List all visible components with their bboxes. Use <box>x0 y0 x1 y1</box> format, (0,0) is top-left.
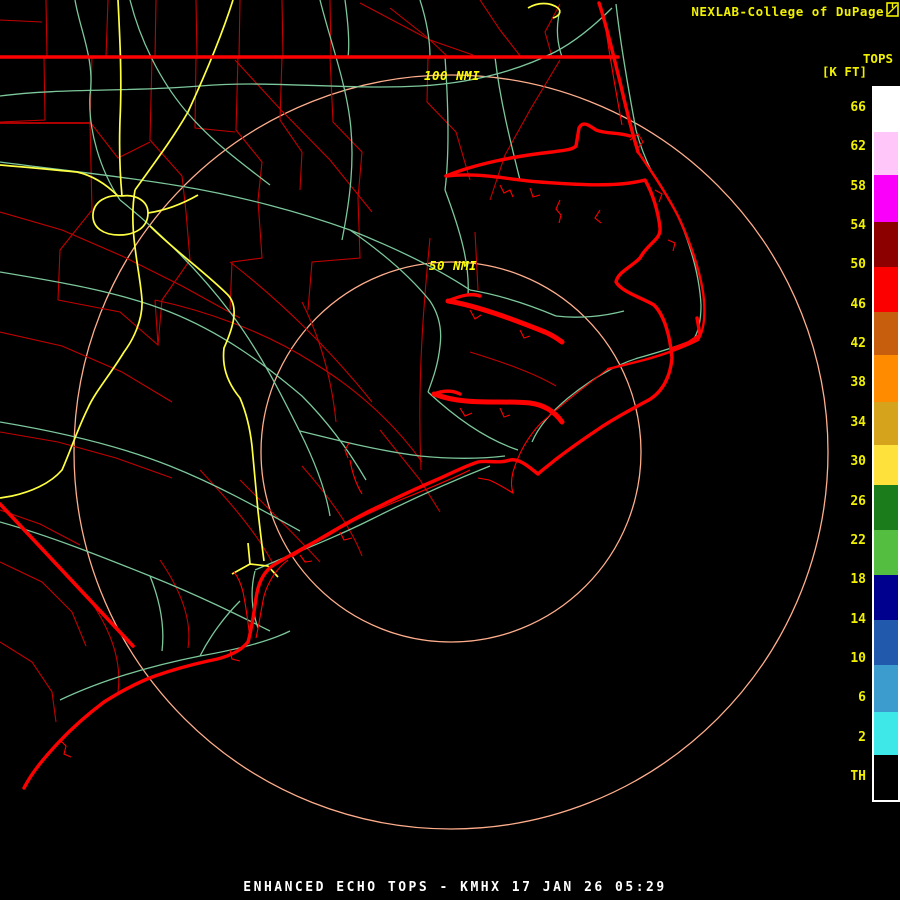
legend-label: 46 <box>850 297 866 313</box>
product-caption: ENHANCED ECHO TOPS - KMHX 17 JAN 26 05:2… <box>0 880 900 895</box>
state-border-lines <box>0 57 618 646</box>
legend-segment <box>874 755 898 798</box>
legend-segment <box>874 132 898 175</box>
legend-segment <box>874 88 898 132</box>
base-map <box>0 0 900 900</box>
brand-text: NEXLAB-College of DuPage <box>691 4 884 19</box>
coastline <box>24 3 704 788</box>
legend-label: 6 <box>858 690 866 706</box>
legend-label: 26 <box>850 494 866 510</box>
legend-label: 34 <box>850 415 866 431</box>
legend-segment <box>874 530 898 575</box>
legend-label: 38 <box>850 375 866 391</box>
legend-segment <box>874 712 898 755</box>
legend-bar <box>872 86 900 802</box>
legend-segment <box>874 575 898 620</box>
legend-segment <box>874 355 898 402</box>
interstate-lines-yellow <box>0 0 560 577</box>
cod-logo-icon <box>886 2 899 17</box>
legend-label: 58 <box>850 179 866 195</box>
legend-label: TH <box>850 769 866 785</box>
legend-segment <box>874 402 898 445</box>
legend-title: TOPS <box>863 51 893 66</box>
legend-label: 14 <box>850 612 866 628</box>
range-ring-50nmi <box>261 262 641 642</box>
legend-label: 54 <box>850 218 866 234</box>
legend-segment <box>874 312 898 355</box>
county-boundary-lines <box>0 0 560 722</box>
range-ring-label-50nmi: 50 NMI <box>429 258 477 273</box>
legend-label: 62 <box>850 139 866 155</box>
legend-label: 22 <box>850 533 866 549</box>
legend-label: 50 <box>850 257 866 273</box>
legend-label: 42 <box>850 336 866 352</box>
radar-screen: NEXLAB-College of DuPage TOPS [K FT] 666… <box>0 0 900 900</box>
legend-segment <box>874 485 898 530</box>
legend-segment <box>874 267 898 312</box>
legend-units: [K FT] <box>822 64 867 79</box>
legend-label: 66 <box>850 100 866 116</box>
legend-segment <box>874 175 898 222</box>
legend-segment <box>874 445 898 485</box>
legend-label: 2 <box>858 730 866 746</box>
legend-segment <box>874 620 898 665</box>
legend-label: 10 <box>850 651 866 667</box>
highway-lines-green <box>0 0 701 700</box>
range-ring-label-100nmi: 100 NMI <box>424 68 480 83</box>
barrier-island-lines <box>60 30 675 757</box>
legend-segment <box>874 665 898 712</box>
legend-segment <box>874 222 898 267</box>
range-ring-100nmi <box>74 75 828 829</box>
legend-label: 18 <box>850 572 866 588</box>
legend-label: 30 <box>850 454 866 470</box>
